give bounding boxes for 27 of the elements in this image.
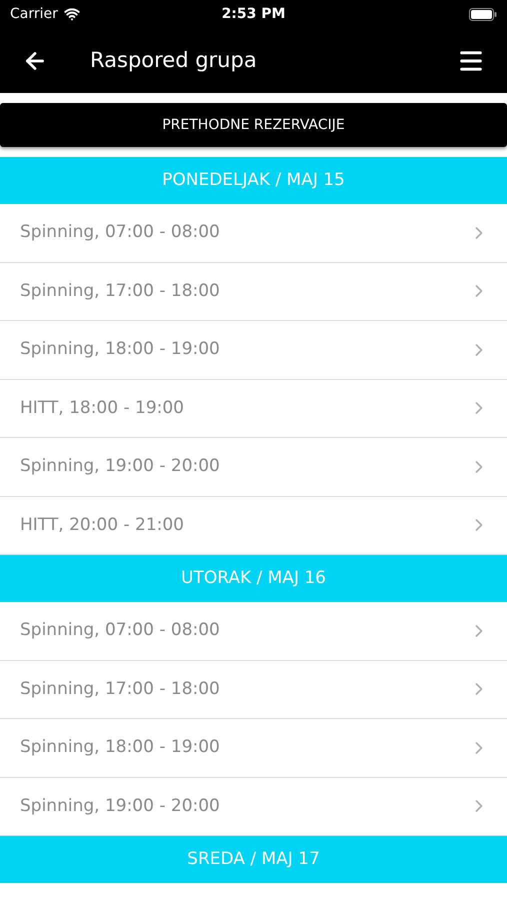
session-label: Spinning, 19:00 - 20:00 [20, 794, 221, 818]
day-header: SREDA / MAJ 17 [0, 836, 507, 883]
carrier-label: Carrier [10, 4, 58, 24]
session-label: Spinning, 07:00 - 08:00 [20, 619, 221, 642]
wifi-icon [64, 6, 80, 22]
session-row[interactable]: Spinning, 18:00 - 19:00 [0, 719, 507, 778]
session-label: HITT, 20:00 - 21:00 [20, 514, 185, 536]
session-label: Spinning, 18:00 - 19:00 [20, 338, 221, 361]
session-row[interactable]: HITT, 18:00 - 19:00 [0, 380, 507, 438]
session-row[interactable]: Spinning, 19:00 - 20:00 [0, 438, 507, 496]
session-row[interactable]: Spinning, 07:00 - 08:00 [0, 602, 507, 660]
session-label: Spinning, 17:00 - 18:00 [20, 280, 221, 302]
day-header: UTORAK / MAJ 16 [0, 555, 507, 602]
session-row[interactable]: Spinning, 07:00 - 08:00 [0, 204, 507, 262]
session-label: Spinning, 18:00 - 19:00 [20, 736, 221, 759]
session-row[interactable]: Spinning, 17:00 - 18:00 [0, 262, 507, 321]
status-time: 2:53 PM [222, 4, 286, 24]
previous-reservations-button[interactable]: PRETHODNE REZERVACIJE [0, 103, 507, 147]
screen-title: Raspored grupa [90, 46, 258, 74]
session-label: Spinning, 17:00 - 18:00 [20, 678, 221, 700]
session-row[interactable]: Spinning, 18:00 - 19:00 [0, 321, 507, 380]
session-label: Spinning, 19:00 - 20:00 [20, 455, 221, 478]
session-row[interactable]: Spinning, 17:00 - 18:00 [0, 660, 507, 719]
session-label: HITT, 18:00 - 19:00 [20, 396, 185, 420]
day-header: PONEDELJAK / MAJ 15 [0, 157, 507, 204]
session-label: Spinning, 07:00 - 08:00 [20, 221, 221, 244]
battery-icon [469, 8, 498, 20]
